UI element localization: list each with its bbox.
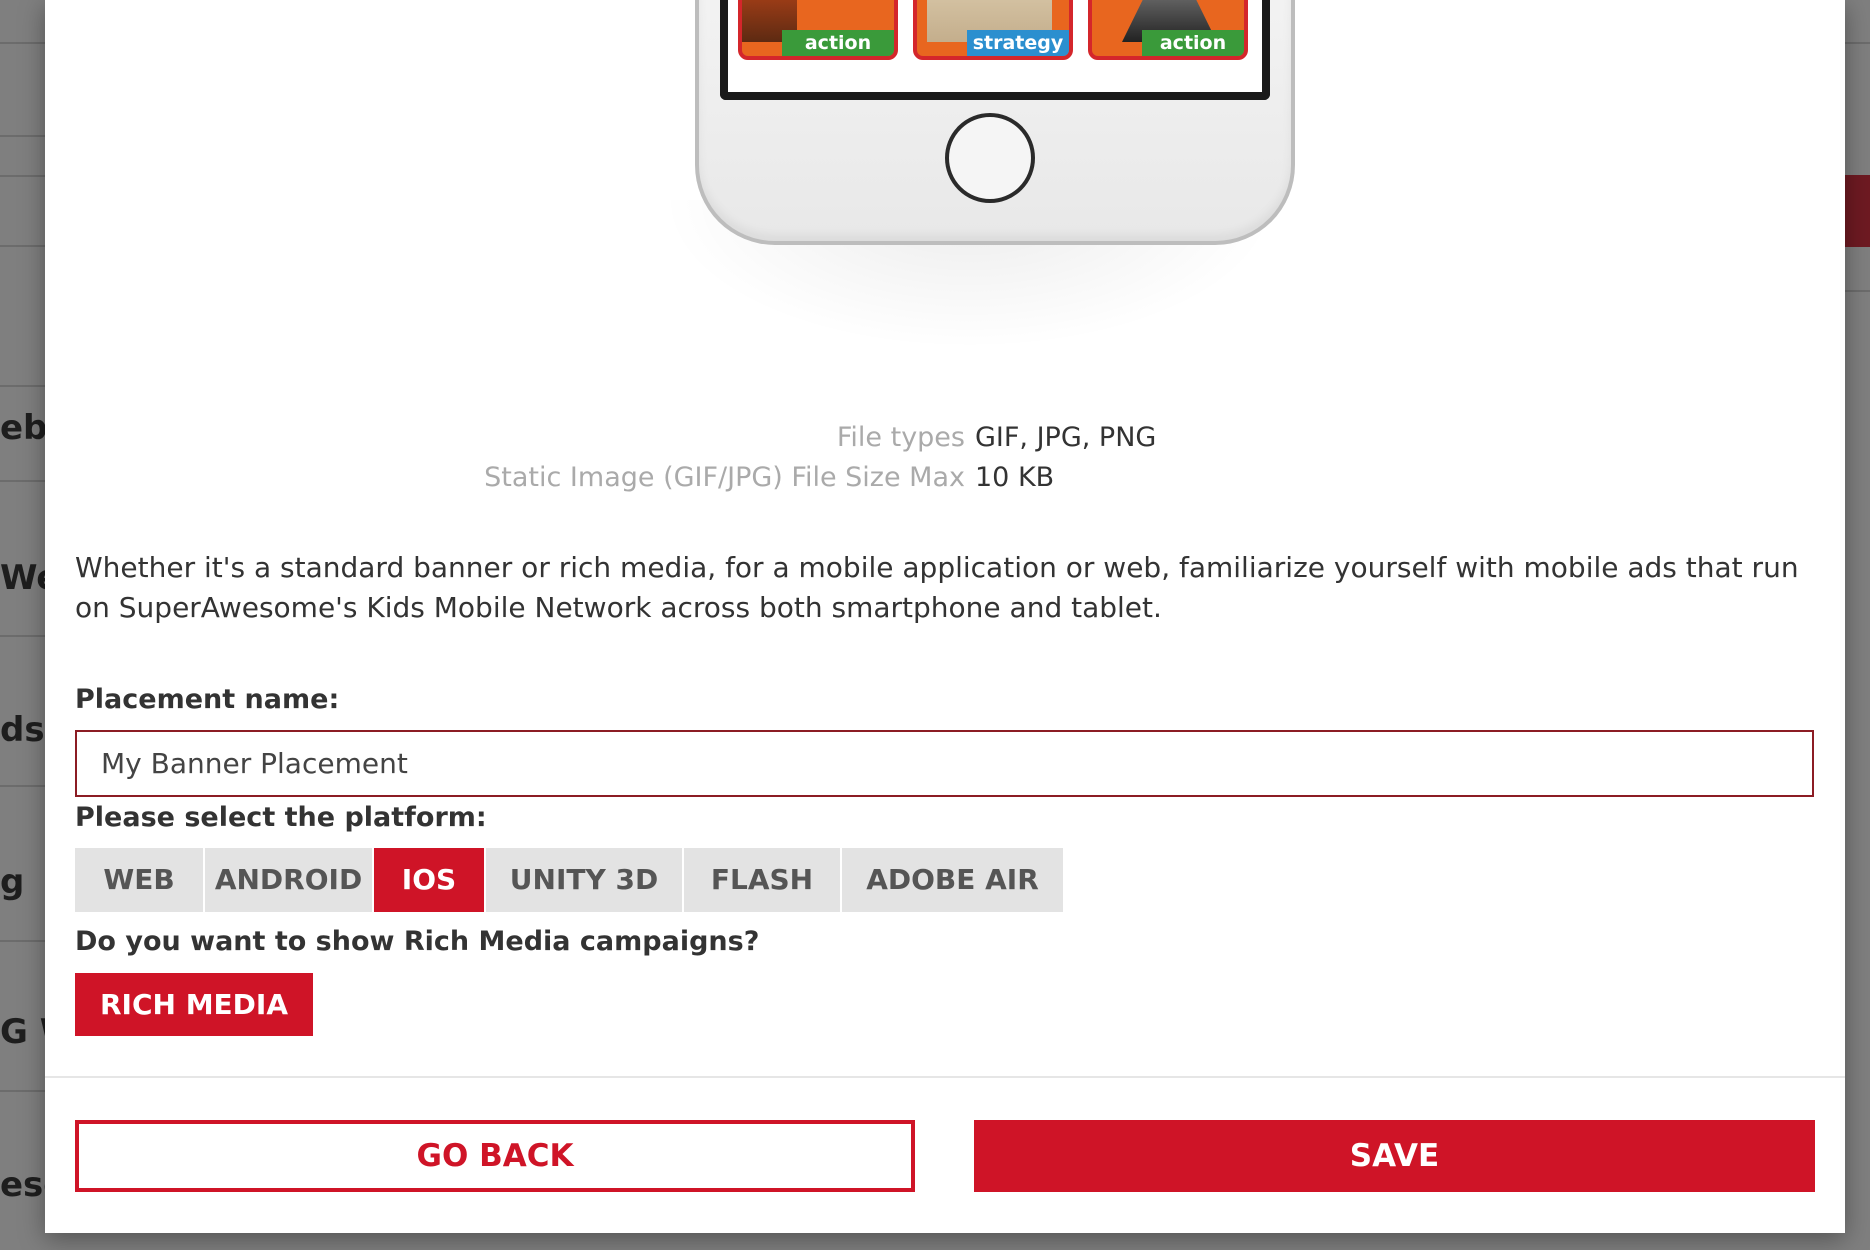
platform-option-flash[interactable]: FLASH: [684, 848, 840, 912]
platform-option-ios[interactable]: IOS: [374, 848, 484, 912]
background-text: esc: [0, 1165, 46, 1205]
background-accent-bar: [1845, 175, 1870, 247]
placement-name-label: Placement name:: [75, 684, 340, 715]
file-types-value: GIF, JPG, PNG: [975, 422, 1157, 453]
file-types-row: File types GIF, JPG, PNG: [45, 420, 1845, 456]
background-text: We: [0, 558, 46, 598]
background-text: ebsi: [0, 408, 46, 448]
file-size-label: Static Image (GIF/JPG) File Size Max: [484, 462, 965, 493]
platform-option-unity-3d[interactable]: UNITY 3D: [486, 848, 682, 912]
rich-media-toggle[interactable]: RICH MEDIA: [75, 973, 313, 1036]
background-divider: [1845, 290, 1870, 292]
file-size-value: 10 KB: [975, 462, 1055, 493]
file-size-row: Static Image (GIF/JPG) File Size Max 10 …: [45, 460, 1845, 496]
tile-label: action: [1142, 30, 1244, 56]
phone-preview-image: action strategy action: [610, 0, 1330, 360]
game-tile: action: [1088, 0, 1248, 60]
game-tile: strategy: [913, 0, 1073, 60]
game-tile: action: [738, 0, 898, 60]
rich-media-question: Do you want to show Rich Media campaigns…: [75, 926, 760, 957]
footer-divider: [45, 1076, 1845, 1078]
phone-screen: action strategy action: [720, 0, 1270, 100]
label-wrap: Static Image (GIF/JPG) File Size Max: [315, 460, 965, 496]
background-text: dsh: [0, 710, 46, 750]
platform-option-adobe-air[interactable]: ADOBE AIR: [842, 848, 1063, 912]
description-text: Whether it's a standard banner or rich m…: [75, 551, 1799, 624]
tile-label: action: [782, 30, 894, 56]
placement-modal: action strategy action File types GIF, J…: [45, 0, 1845, 1233]
platform-label: Please select the platform:: [75, 802, 487, 833]
background-divider: [1845, 42, 1870, 44]
background-text: g: [0, 862, 25, 902]
save-button[interactable]: SAVE: [974, 1120, 1815, 1192]
platform-option-android[interactable]: ANDROID: [205, 848, 372, 912]
placement-name-input[interactable]: [75, 730, 1814, 797]
phone-home-button: [945, 113, 1035, 203]
tile-label: strategy: [967, 30, 1069, 56]
go-back-button[interactable]: GO BACK: [75, 1120, 915, 1192]
platform-option-web[interactable]: WEB: [75, 848, 203, 912]
background-text: G W: [0, 1012, 46, 1052]
label-wrap: File types: [315, 420, 965, 456]
file-types-label: File types: [836, 422, 965, 453]
